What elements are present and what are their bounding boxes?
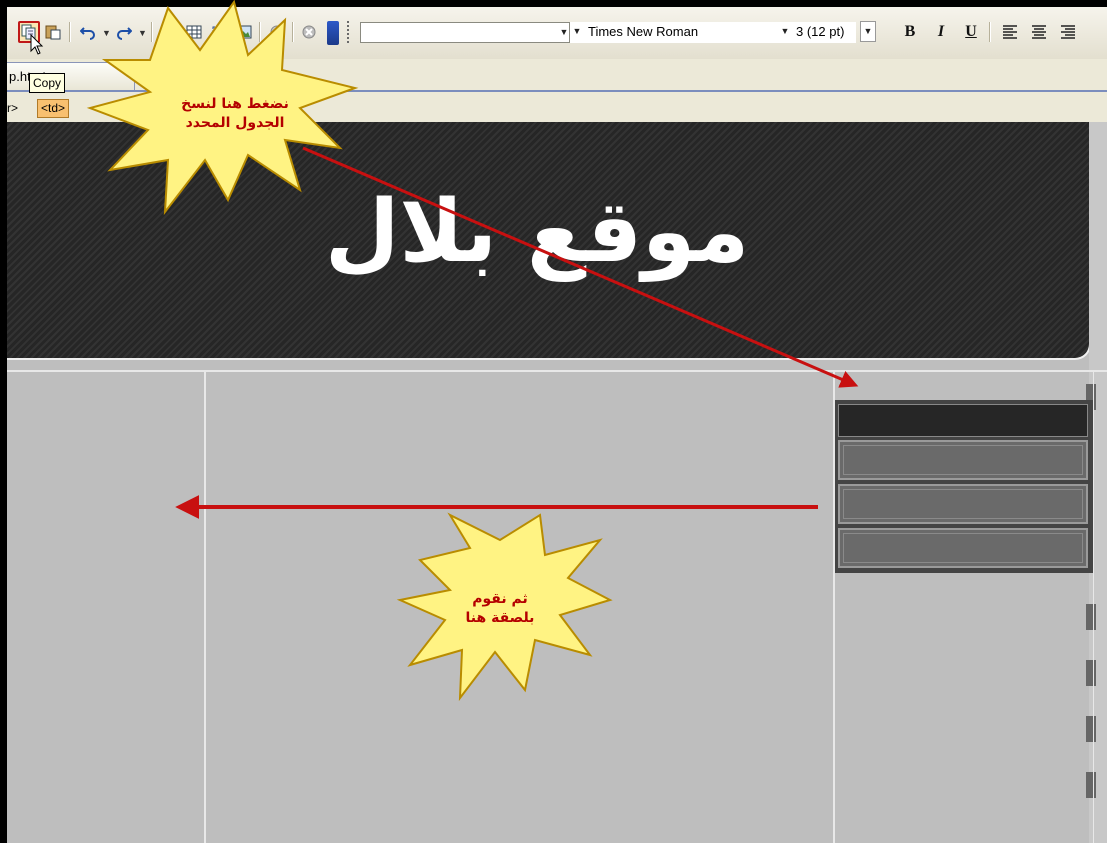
toolbar-separator <box>259 22 260 42</box>
table-marker <box>1086 604 1096 630</box>
align-center-icon <box>1031 25 1047 39</box>
image-icon <box>236 24 252 40</box>
document-tab-bar: p.htm* <box>7 59 1107 95</box>
stop-icon <box>301 24 317 40</box>
image-button[interactable] <box>233 21 255 43</box>
callout-2-text: ثم نقوم بلصقة هنا <box>445 590 555 628</box>
toolbar-separator <box>151 22 152 42</box>
toolbar: ▼ ▼ ▼ ▼ Times New Roman ▼ 3 (12 pt) ▼ B … <box>7 7 1107 60</box>
site-logo: موقع بلال <box>324 182 750 282</box>
tab-document[interactable]: p.htm* <box>7 62 135 91</box>
align-left-button[interactable] <box>999 21 1021 43</box>
callout-1-line2: الجدول المحدد <box>185 115 285 131</box>
insert-icon <box>161 24 177 40</box>
chevron-down-icon: ▼ <box>780 26 790 36</box>
left-cell[interactable] <box>7 372 204 843</box>
callout-2-line1: ثم نقوم <box>472 591 528 607</box>
tooltip-text: Copy <box>33 76 62 90</box>
menu-item[interactable] <box>838 484 1088 524</box>
redo-dropdown-icon[interactable]: ▼ <box>138 28 147 38</box>
callout-2-line2: بلصقة هنا <box>465 610 535 626</box>
table-marker <box>1086 660 1096 686</box>
align-right-icon <box>1060 25 1076 39</box>
tag-td[interactable]: <td> <box>37 99 70 118</box>
chevron-down-icon: ▼ <box>559 27 569 37</box>
menu-header <box>838 404 1088 437</box>
link-button[interactable] <box>266 21 288 43</box>
layer-icon <box>211 24 227 40</box>
paste-button[interactable] <box>42 21 64 43</box>
design-view[interactable]: موقع بلال <box>7 122 1107 843</box>
undo-dropdown-icon[interactable]: ▼ <box>102 28 111 38</box>
stop-button[interactable] <box>298 21 320 43</box>
layer-button[interactable] <box>208 21 230 43</box>
bold-label: B <box>904 23 916 40</box>
underline-label: U <box>965 23 977 40</box>
redo-icon <box>116 24 132 40</box>
tag-tr[interactable]: r> <box>7 101 18 115</box>
table-border <box>1093 372 1094 843</box>
table-button[interactable] <box>183 21 205 43</box>
align-center-button[interactable] <box>1028 21 1050 43</box>
align-right-button[interactable] <box>1057 21 1079 43</box>
underline-button[interactable]: U <box>959 21 983 43</box>
menu-table[interactable] <box>835 400 1093 573</box>
toolbar-grip <box>347 21 351 43</box>
undo-button[interactable] <box>77 21 99 43</box>
toolbar-overflow-button[interactable] <box>327 21 339 45</box>
copy-tooltip: Copy <box>29 73 66 93</box>
chevron-down-icon: ▼ <box>572 26 582 36</box>
font-select[interactable]: ▼ Times New Roman <box>570 22 778 43</box>
link-icon <box>269 24 285 40</box>
table-marker <box>1086 716 1096 742</box>
insert-button[interactable] <box>158 21 180 43</box>
menu-item[interactable] <box>838 528 1088 568</box>
mouse-cursor-icon <box>30 34 44 55</box>
italic-button[interactable]: I <box>929 21 953 43</box>
undo-icon <box>80 24 96 40</box>
toolbar-separator <box>69 22 70 42</box>
chevron-down-icon: ▼ <box>860 21 876 42</box>
bold-button[interactable]: B <box>898 21 922 43</box>
header-banner: موقع بلال <box>7 122 1091 360</box>
font-select-value: Times New Roman <box>588 24 699 39</box>
size-select[interactable]: ▼ 3 (12 pt) <box>778 22 856 43</box>
tab-underline <box>7 90 1107 92</box>
align-left-icon <box>1002 25 1018 39</box>
menu-item[interactable] <box>838 440 1088 480</box>
toolbar-separator <box>989 22 990 42</box>
table-icon <box>186 24 202 40</box>
style-select[interactable]: ▼ <box>360 22 570 43</box>
redo-button[interactable] <box>113 21 135 43</box>
callout-1-line1: نضغط هنا لنسخ <box>181 96 289 112</box>
paste-icon <box>45 24 61 40</box>
size-dropdown-button[interactable]: ▼ <box>858 21 892 43</box>
toolbar-separator <box>292 22 293 42</box>
callout-1-text: نضغط هنا لنسخ الجدول المحدد <box>160 95 310 133</box>
size-select-value: 3 (12 pt) <box>796 24 845 39</box>
italic-label: I <box>937 23 945 40</box>
table-marker <box>1086 772 1096 798</box>
